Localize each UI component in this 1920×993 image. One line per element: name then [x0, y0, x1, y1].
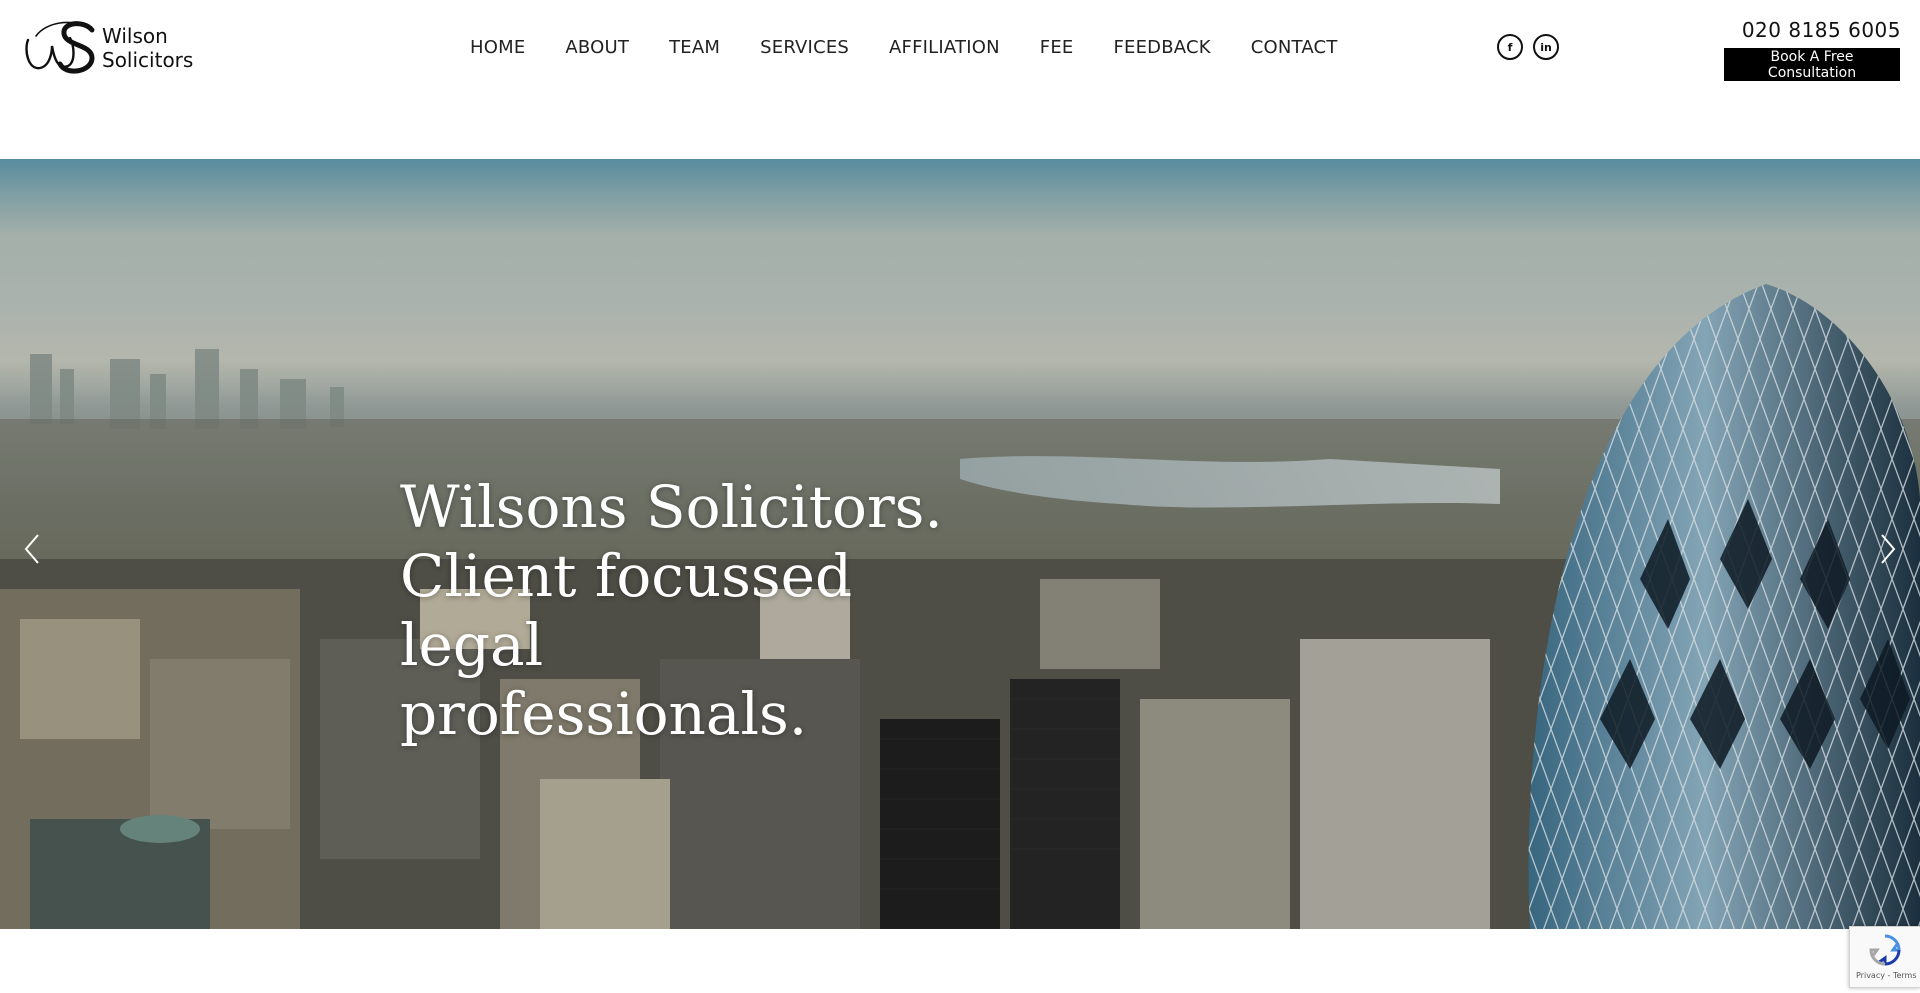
hero-slider: Wilsons Solicitors. Client focussed lega…	[0, 159, 1920, 929]
logo-text: Wilson Solicitors	[102, 24, 193, 72]
recaptcha-terms[interactable]: Privacy - Terms	[1856, 971, 1917, 980]
recaptcha-badge[interactable]: Privacy - Terms	[1849, 926, 1920, 988]
site-header: Wilson Solicitors HOME ABOUT TEAM SERVIC…	[0, 0, 1920, 159]
nav-feedback[interactable]: FEEDBACK	[1113, 36, 1210, 60]
logo-line-2: Solicitors	[102, 48, 194, 72]
hero-title: Wilsons Solicitors. Client focussed lega…	[400, 473, 960, 749]
logo-line-1: Wilson	[102, 24, 168, 48]
logo-monogram-icon	[25, 21, 95, 74]
nav-services[interactable]: SERVICES	[760, 36, 849, 60]
social-links: f in	[1497, 34, 1559, 60]
hero-title-line-2: Client focussed legal	[400, 542, 853, 679]
linkedin-icon[interactable]: in	[1533, 34, 1559, 60]
nav-contact[interactable]: CONTACT	[1251, 36, 1338, 60]
slider-next-arrow-icon[interactable]	[1876, 529, 1900, 569]
facebook-icon[interactable]: f	[1497, 34, 1523, 60]
book-consultation-button[interactable]: Book A Free Consultation	[1724, 48, 1900, 81]
hero-city-image	[0, 159, 1920, 929]
slider-prev-arrow-icon[interactable]	[20, 529, 44, 569]
recaptcha-icon	[1869, 934, 1901, 966]
site-logo[interactable]: Wilson Solicitors	[22, 16, 202, 78]
nav-team[interactable]: TEAM	[669, 36, 720, 60]
main-nav: HOME ABOUT TEAM SERVICES AFFILIATION FEE…	[470, 36, 1378, 60]
nav-fee[interactable]: FEE	[1040, 36, 1074, 60]
nav-about[interactable]: ABOUT	[565, 36, 629, 60]
hero-title-line-1: Wilsons Solicitors.	[400, 473, 943, 541]
nav-affiliation[interactable]: AFFILIATION	[889, 36, 1000, 60]
nav-home[interactable]: HOME	[470, 36, 525, 60]
phone-number[interactable]: 020 8185 6005	[1742, 18, 1901, 42]
hero-title-line-3: professionals.	[400, 680, 808, 748]
